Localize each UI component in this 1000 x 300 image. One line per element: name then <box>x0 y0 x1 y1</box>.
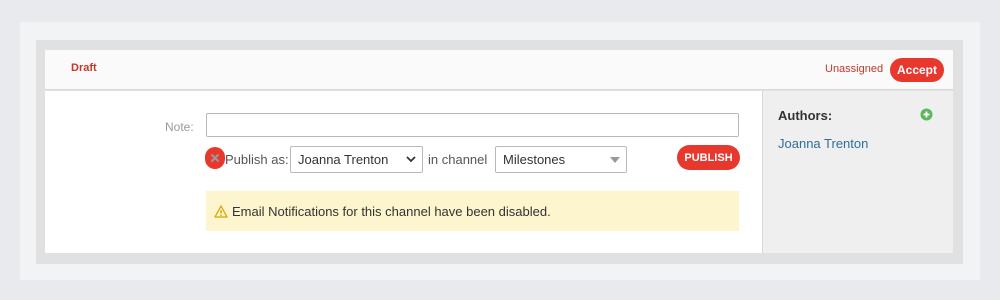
channel-select[interactable]: Milestones <box>495 146 627 173</box>
publish-button[interactable]: PUBLISH <box>677 145 740 170</box>
plus-circle-icon <box>920 108 933 121</box>
author-link[interactable]: Joanna Trenton <box>778 136 868 151</box>
remove-publish-button[interactable] <box>205 147 225 169</box>
authors-title: Authors: <box>778 108 833 123</box>
notification-alert: Email Notifications for this channel hav… <box>206 191 739 231</box>
add-author-button[interactable] <box>920 108 933 121</box>
note-label: Note: <box>165 120 194 134</box>
publish-as-label: Publish as: <box>225 152 289 167</box>
in-channel-label: in channel <box>428 152 488 167</box>
caret-down-icon <box>604 156 626 163</box>
accept-button[interactable]: Accept <box>890 58 944 82</box>
authors-sidebar: Authors: Joanna Trenton <box>762 91 953 253</box>
assignment-status[interactable]: Unassigned <box>825 63 883 75</box>
warning-icon <box>214 204 228 218</box>
author-select-value: Joanna Trenton <box>298 152 389 167</box>
publish-form: Note: Publish as: Joanna Trenton in chan… <box>45 91 762 253</box>
author-select[interactable]: Joanna Trenton <box>290 146 423 173</box>
post-header: Draft Unassigned Accept <box>45 50 953 90</box>
channel-select-value: Milestones <box>503 152 566 167</box>
close-icon <box>211 154 219 162</box>
alert-text: Email Notifications for this channel hav… <box>232 203 551 219</box>
status-label: Draft <box>71 62 97 74</box>
chevron-down-icon <box>400 156 422 163</box>
note-input[interactable] <box>206 113 739 137</box>
